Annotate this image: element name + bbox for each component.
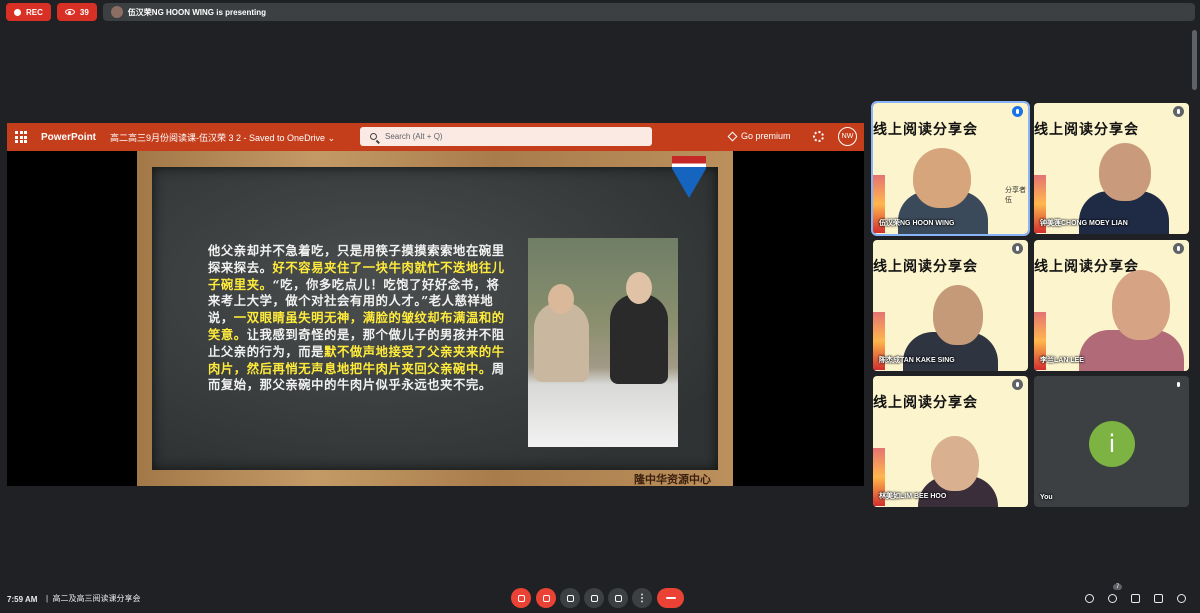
- meeting-title: | 高二及高三阅读课分享会: [46, 594, 141, 603]
- speaking-indicator-icon: [1012, 106, 1023, 117]
- activities-icon: [1153, 593, 1163, 603]
- present-icon: [614, 594, 622, 602]
- blackboard: 他父亲却并不急着吃，只是用筷子摸摸索索地在碗里探来探去。好不容易夹住了一块牛肉就…: [152, 167, 718, 470]
- present-button[interactable]: [608, 588, 628, 608]
- powerpoint-toolbar: PowerPoint 高二高三9月份阅读课-伍汉荣 3 2 - Saved to…: [7, 123, 864, 151]
- self-avatar: i: [1089, 421, 1135, 467]
- go-premium-button[interactable]: Go premium: [727, 131, 791, 141]
- tile-banner: 线上阅读分享会: [873, 259, 978, 275]
- mic-off-icon: [1173, 106, 1184, 117]
- recording-indicator[interactable]: REC: [6, 3, 51, 21]
- captions-button[interactable]: [560, 588, 580, 608]
- photo-head: [626, 272, 652, 304]
- photo-head: [548, 284, 574, 314]
- powerpoint-brand[interactable]: PowerPoint: [41, 132, 96, 143]
- eye-icon: [64, 9, 75, 15]
- participant-tile[interactable]: 线上阅读分享会 分享者伍 伍汉荣NG HOON WING: [871, 101, 1030, 236]
- record-dot-icon: [14, 8, 21, 16]
- slide-photo: [528, 238, 678, 447]
- people-icon: [1107, 593, 1117, 603]
- chat-button[interactable]: [1129, 592, 1141, 604]
- self-tile[interactable]: i You: [1034, 376, 1189, 507]
- diamond-icon: [727, 131, 738, 141]
- document-title[interactable]: 高二高三9月份阅读课-伍汉荣 3 2 - Saved to OneDrive ⌄: [110, 131, 335, 144]
- tile-banner: 线上阅读分享会: [873, 122, 978, 138]
- participant-face: [913, 148, 971, 208]
- search-placeholder: Search (Alt + Q): [385, 132, 443, 141]
- participant-name: 陈杰成TAN KAKE SING: [879, 357, 955, 364]
- search-icon: [370, 133, 377, 140]
- mic-toggle-button[interactable]: [511, 588, 531, 608]
- participant-face: [1112, 270, 1170, 340]
- info-icon: [1084, 593, 1094, 603]
- participant-face: [1099, 143, 1151, 201]
- leave-call-button[interactable]: [657, 588, 684, 608]
- scrollbar[interactable]: [1192, 30, 1197, 90]
- presenting-banner: 伍汉荣NG HOON WING is presenting: [102, 3, 1195, 21]
- chat-icon: [1130, 593, 1140, 603]
- participant-name: 林美如LIM BEE HOO: [879, 493, 947, 500]
- hang-up-icon: [665, 597, 676, 599]
- hand-icon: [590, 594, 598, 602]
- participant-face: [931, 436, 979, 491]
- lock-person-icon: [1176, 593, 1186, 603]
- participant-name: 钟美莲CHONG MOEY LIAN: [1040, 220, 1128, 227]
- mic-off-icon: [1012, 243, 1023, 254]
- host-controls-button[interactable]: [1175, 592, 1187, 604]
- shared-screen: PowerPoint 高二高三9月份阅读课-伍汉荣 3 2 - Saved to…: [7, 123, 864, 486]
- meeting-title-text: 高二及高三阅读课分享会: [52, 594, 141, 603]
- mic-off-icon: [517, 594, 525, 602]
- tile-banner: 线上阅读分享会: [1034, 122, 1139, 138]
- activities-button[interactable]: [1152, 592, 1164, 604]
- search-box[interactable]: Search (Alt + Q): [360, 127, 652, 146]
- top-bar: REC 39 伍汉荣NG HOON WING is presenting: [6, 3, 1195, 21]
- camera-off-icon: [542, 594, 550, 602]
- user-avatar[interactable]: NW: [838, 127, 857, 146]
- presenting-text: 伍汉荣NG HOON WING is presenting: [127, 7, 267, 17]
- mic-off-icon: [1173, 243, 1184, 254]
- participant-face: [933, 285, 983, 345]
- rec-label: REC: [26, 7, 43, 17]
- participants-button[interactable]: [1106, 592, 1118, 604]
- photo-person: [534, 302, 589, 382]
- meeting-info-button[interactable]: [1083, 592, 1095, 604]
- app-launcher-icon[interactable]: [15, 131, 27, 143]
- gear-icon[interactable]: [813, 131, 824, 142]
- viewer-count-badge[interactable]: 39: [56, 3, 97, 21]
- captions-icon: [566, 594, 574, 602]
- go-premium-label: Go premium: [741, 131, 791, 141]
- participant-tile[interactable]: 线上阅读分享会 林美如LIM BEE HOO: [873, 376, 1028, 507]
- mic-off-icon: [1012, 379, 1023, 390]
- clock: 7:59 AM: [7, 595, 38, 604]
- tile-extra-text: 分享者伍: [1005, 186, 1026, 204]
- camera-toggle-button[interactable]: [536, 588, 556, 608]
- raise-hand-button[interactable]: [584, 588, 604, 608]
- more-options-button[interactable]: ⋮: [632, 588, 652, 608]
- slide-body-text: 他父亲却并不急着吃，只是用筷子摸摸索索地在碗里探来探去。好不容易夹住了一块牛肉就…: [208, 243, 510, 394]
- participant-tile[interactable]: 线上阅读分享会 钟美莲CHONG MOEY LIAN: [1034, 103, 1189, 234]
- more-vert-icon: ⋮: [637, 592, 647, 604]
- participant-tile[interactable]: 线上阅读分享会 陈杰成TAN KAKE SING: [873, 240, 1028, 371]
- slide: 他父亲却并不急着吃，只是用筷子摸摸索索地在碗里探来探去。好不容易夹住了一块牛肉就…: [137, 151, 733, 486]
- photo-person: [610, 294, 668, 384]
- mic-off-icon: [1173, 379, 1184, 390]
- participant-tile[interactable]: 线上阅读分享会 李兰LAN LEE: [1034, 240, 1189, 371]
- tile-banner: 线上阅读分享会: [1034, 259, 1139, 275]
- participants-count-badge: 7: [1113, 584, 1123, 590]
- presenter-avatar: [110, 6, 123, 18]
- participant-name: 伍汉荣NG HOON WING: [879, 220, 955, 227]
- slide-footer: 隆中华资源中心: [634, 473, 711, 486]
- tile-banner: 线上阅读分享会: [873, 395, 978, 411]
- viewer-count: 39: [79, 7, 89, 17]
- self-name: You: [1040, 494, 1053, 501]
- participant-name: 李兰LAN LEE: [1040, 357, 1084, 364]
